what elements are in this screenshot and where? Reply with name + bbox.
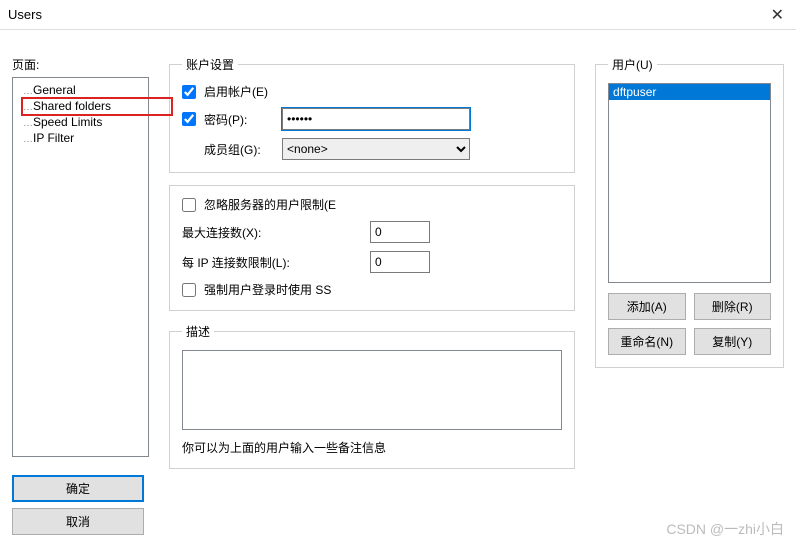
bypass-limits-label: 忽略服务器的用户限制(E [204, 196, 336, 213]
page-ip-filter[interactable]: IP Filter [15, 130, 146, 146]
group-label: 成员组(G): [204, 141, 274, 158]
ok-button[interactable]: 确定 [12, 475, 144, 502]
per-ip-input[interactable] [370, 251, 430, 273]
page-shared-folders[interactable]: Shared folders [15, 98, 146, 114]
titlebar: Users ✕ [0, 0, 796, 30]
description-hint: 你可以为上面的用户输入一些备注信息 [182, 439, 562, 456]
force-ssl-checkbox[interactable] [182, 283, 196, 297]
users-group: 用户(U) dftpuser 添加(A) 删除(R) 重命名(N) 复制(Y) [595, 56, 784, 368]
bypass-limits-checkbox[interactable] [182, 198, 196, 212]
page-speed-limits[interactable]: Speed Limits [15, 114, 146, 130]
description-group: 描述 你可以为上面的用户输入一些备注信息 [169, 323, 575, 469]
description-legend: 描述 [182, 323, 214, 340]
password-label: 密码(P): [204, 111, 274, 128]
close-icon[interactable]: ✕ [767, 5, 788, 25]
copy-button[interactable]: 复制(Y) [694, 328, 772, 355]
users-legend: 用户(U) [608, 56, 657, 73]
page-general[interactable]: General [15, 82, 146, 98]
cancel-button[interactable]: 取消 [12, 508, 144, 535]
rename-button[interactable]: 重命名(N) [608, 328, 685, 355]
force-ssl-label: 强制用户登录时使用 SS [204, 281, 331, 298]
account-settings-group: 账户设置 启用帐户(E) 密码(P): 成员组(G): <none> [169, 56, 575, 173]
per-ip-label: 每 IP 连接数限制(L): [182, 254, 362, 271]
remove-button[interactable]: 删除(R) [694, 293, 772, 320]
description-textarea[interactable] [182, 350, 562, 430]
user-item[interactable]: dftpuser [609, 84, 770, 100]
account-legend: 账户设置 [182, 56, 238, 73]
pages-label: 页面: [12, 56, 149, 73]
limits-group: 忽略服务器的用户限制(E 最大连接数(X): 每 IP 连接数限制(L): 强制… [169, 185, 575, 311]
password-checkbox[interactable] [182, 112, 196, 126]
enable-account-checkbox[interactable] [182, 85, 196, 99]
window-title: Users [8, 7, 767, 22]
pages-list[interactable]: General Shared folders Speed Limits IP F… [12, 77, 149, 457]
max-conn-input[interactable] [370, 221, 430, 243]
group-select[interactable]: <none> [282, 138, 470, 160]
max-conn-label: 最大连接数(X): [182, 224, 362, 241]
users-list[interactable]: dftpuser [608, 83, 771, 283]
enable-account-label: 启用帐户(E) [204, 83, 268, 100]
add-button[interactable]: 添加(A) [608, 293, 685, 320]
password-input[interactable] [282, 108, 470, 130]
